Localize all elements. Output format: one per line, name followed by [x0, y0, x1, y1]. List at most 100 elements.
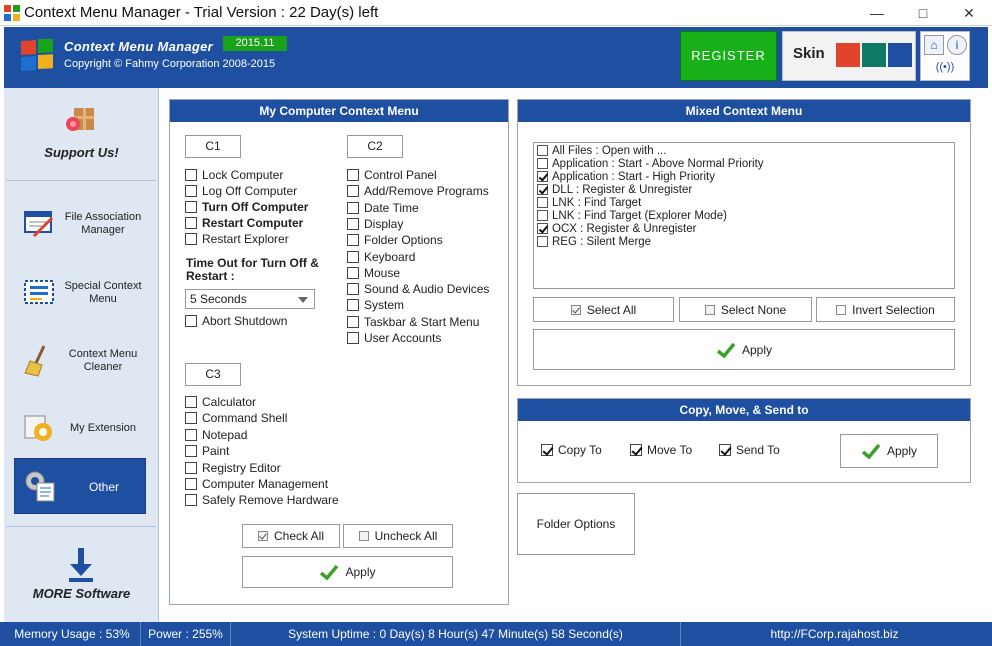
broadcast-icon[interactable]: ((•))	[935, 58, 955, 78]
list-item[interactable]: LNK : Find Target	[537, 197, 641, 210]
checkbox-box[interactable]	[185, 233, 197, 245]
checkbox-box[interactable]	[537, 145, 548, 156]
checkbox-box[interactable]	[185, 494, 197, 507]
checkbox-box[interactable]	[185, 428, 197, 441]
checkbox-box[interactable]	[347, 169, 359, 181]
register-button[interactable]: REGISTER	[680, 31, 777, 81]
select-none-button[interactable]: Select None	[679, 297, 812, 322]
menu-option-checkbox[interactable]: Turn Off Computer	[185, 200, 308, 216]
check-all-button[interactable]: Check All	[242, 524, 340, 548]
sidebar-item-special-context-menu[interactable]: Special Context Menu	[14, 265, 146, 321]
select-all-button[interactable]: Select All	[533, 297, 674, 322]
skin-swatch-teal[interactable]	[862, 43, 886, 67]
menu-option-checkbox[interactable]: Restart Computer	[185, 216, 303, 232]
checkbox-box[interactable]	[347, 266, 359, 279]
menu-option-checkbox[interactable]: Notepad	[185, 428, 247, 444]
menu-option-checkbox[interactable]: Date Time	[347, 201, 419, 217]
c2-group-button[interactable]: C2	[347, 135, 403, 158]
checkbox-box[interactable]	[347, 201, 359, 214]
checkbox-box[interactable]	[537, 171, 548, 182]
list-item[interactable]: DLL : Register & Unregister	[537, 184, 692, 197]
copy-move-apply-button[interactable]: Apply	[840, 434, 938, 468]
menu-option-checkbox[interactable]: User Accounts	[347, 331, 441, 347]
folder-options-button[interactable]: Folder Options	[517, 493, 635, 555]
website-link[interactable]: http://FCorp.rajahost.biz	[681, 622, 988, 646]
invert-selection-button[interactable]: Invert Selection	[816, 297, 955, 322]
menu-option-checkbox[interactable]: Restart Explorer	[185, 232, 289, 248]
checkbox-box[interactable]	[537, 210, 548, 221]
sidebar-item-other[interactable]: Other	[14, 458, 146, 514]
send-to-checkbox[interactable]: Send To	[719, 443, 780, 459]
info-icon[interactable]: i	[947, 35, 967, 55]
menu-option-checkbox[interactable]: Registry Editor	[185, 461, 281, 477]
checkbox-box[interactable]	[537, 158, 548, 169]
checkbox-box[interactable]	[185, 461, 197, 474]
more-software-link[interactable]: MORE Software	[4, 586, 159, 601]
menu-option-checkbox[interactable]: Keyboard	[347, 250, 415, 266]
checkbox-box[interactable]	[719, 444, 731, 456]
checkbox-box[interactable]	[185, 412, 197, 425]
menu-option-checkbox[interactable]: Safely Remove Hardware	[185, 493, 339, 509]
menu-option-checkbox[interactable]: Mouse	[347, 266, 400, 282]
checkbox-box[interactable]	[185, 478, 197, 490]
checkbox-box[interactable]	[185, 315, 197, 327]
checkbox-box[interactable]	[537, 236, 548, 247]
support-us-link[interactable]: Support Us!	[4, 145, 159, 160]
c1-group-button[interactable]: C1	[185, 135, 241, 158]
checkbox-box[interactable]	[347, 315, 359, 328]
checkbox-box[interactable]	[630, 444, 642, 456]
menu-option-checkbox[interactable]: System	[347, 298, 404, 314]
menu-option-checkbox[interactable]: Folder Options	[347, 233, 443, 249]
menu-option-checkbox[interactable]: Sound & Audio Devices	[347, 282, 489, 298]
checkbox-box[interactable]	[347, 185, 359, 198]
home-icon[interactable]: ⌂	[924, 35, 944, 55]
checkbox-box[interactable]	[541, 444, 553, 456]
list-item[interactable]: All Files : Open with ...	[537, 145, 666, 158]
menu-option-checkbox[interactable]: Paint	[185, 444, 229, 460]
checkbox-box[interactable]	[185, 185, 197, 197]
apply-button[interactable]: Apply	[242, 556, 453, 588]
list-item[interactable]: REG : Silent Merge	[537, 236, 651, 249]
menu-option-checkbox[interactable]: Log Off Computer	[185, 184, 297, 200]
skin-swatch-blue[interactable]	[888, 43, 912, 67]
close-button[interactable]: ✕	[946, 0, 992, 26]
menu-option-checkbox[interactable]: Control Panel	[347, 168, 437, 184]
checkbox-box[interactable]	[185, 217, 197, 229]
c3-group-button[interactable]: C3	[185, 363, 241, 386]
checkbox-box[interactable]	[347, 250, 359, 263]
checkbox-box[interactable]	[185, 445, 197, 458]
sidebar-item-context-menu-cleaner[interactable]: Context Menu Cleaner	[14, 333, 146, 389]
list-item[interactable]: OCX : Register & Unregister	[537, 223, 696, 236]
list-item[interactable]: Application : Start - Above Normal Prior…	[537, 158, 764, 171]
checkbox-box[interactable]	[185, 169, 197, 181]
mixed-items-list[interactable]: All Files : Open with ... Application : S…	[533, 142, 955, 289]
sidebar-item-my-extension[interactable]: My Extension	[14, 400, 146, 456]
gift-heart-icon[interactable]	[64, 104, 98, 136]
checkbox-box[interactable]	[347, 217, 359, 230]
list-item[interactable]: Application : Start - High Priority	[537, 171, 715, 184]
checkbox-box[interactable]	[537, 197, 548, 208]
maximize-button[interactable]: □	[900, 0, 946, 26]
copy-to-checkbox[interactable]: Copy To	[541, 443, 602, 459]
menu-option-checkbox[interactable]: Display	[347, 217, 403, 233]
list-item[interactable]: LNK : Find Target (Explorer Mode)	[537, 210, 727, 223]
menu-option-checkbox[interactable]: Command Shell	[185, 411, 287, 427]
menu-option-checkbox[interactable]: Calculator	[185, 395, 256, 411]
abort-shutdown-checkbox[interactable]: Abort Shutdown	[185, 314, 287, 330]
checkbox-box[interactable]	[537, 184, 548, 195]
download-arrow-icon[interactable]	[67, 548, 95, 582]
menu-option-checkbox[interactable]: Computer Management	[185, 477, 328, 493]
checkbox-box[interactable]	[347, 299, 359, 312]
skin-swatch-red[interactable]	[836, 43, 860, 67]
checkbox-box[interactable]	[185, 396, 197, 408]
uncheck-all-button[interactable]: Uncheck All	[343, 524, 453, 548]
checkbox-box[interactable]	[347, 332, 359, 344]
minimize-button[interactable]: —	[854, 0, 900, 26]
checkbox-box[interactable]	[537, 223, 548, 234]
checkbox-box[interactable]	[185, 201, 197, 213]
menu-option-checkbox[interactable]: Add/Remove Programs	[347, 184, 489, 200]
sidebar-item-file-association[interactable]: File Association Manager	[14, 196, 146, 252]
mixed-apply-button[interactable]: Apply	[533, 329, 955, 370]
checkbox-box[interactable]	[347, 234, 359, 247]
checkbox-box[interactable]	[347, 283, 359, 296]
